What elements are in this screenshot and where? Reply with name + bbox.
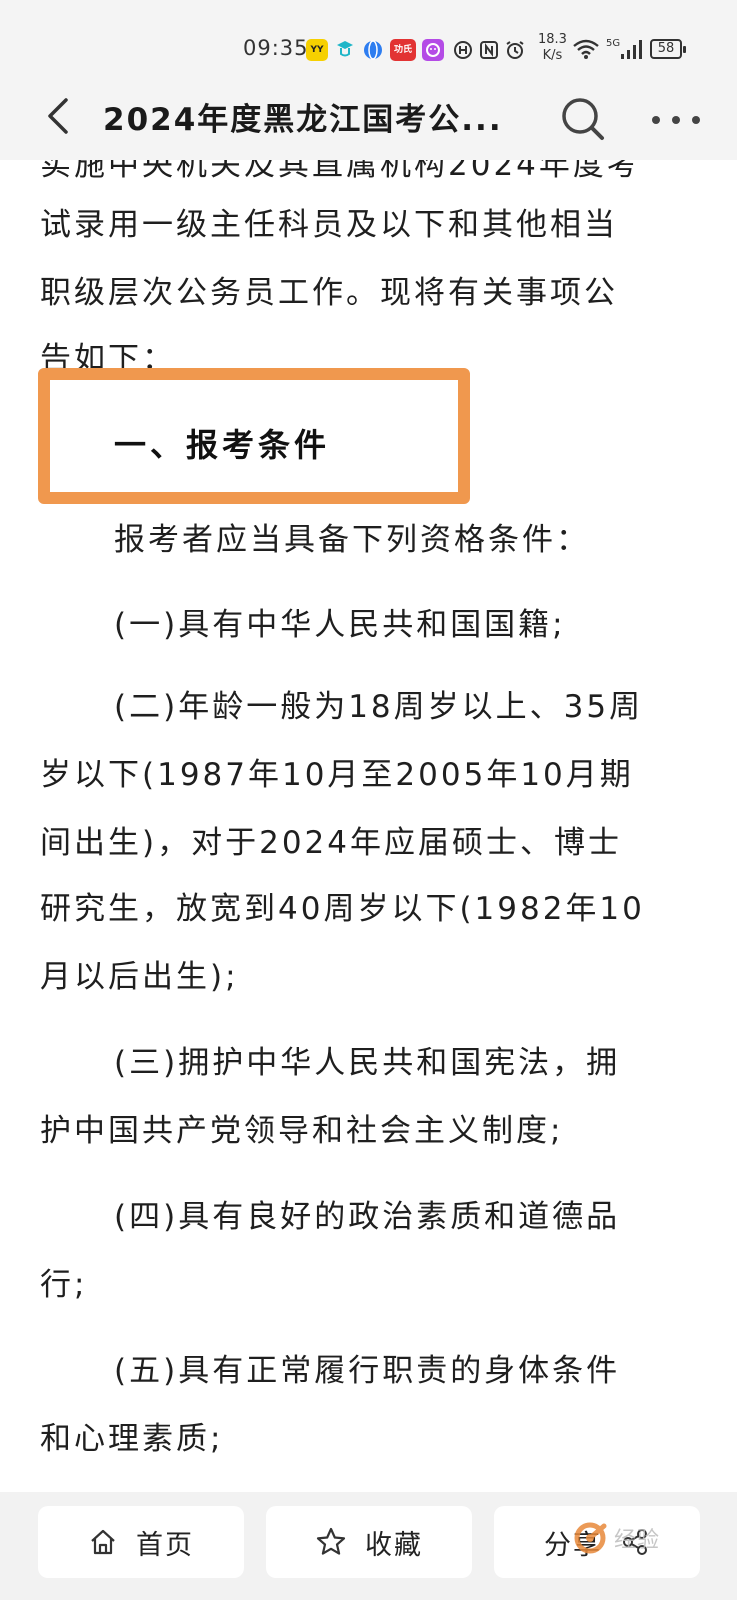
favorite-button[interactable]: 收藏 xyxy=(266,1506,472,1578)
star-icon xyxy=(316,1527,346,1555)
intro-line-3: 职级层次公务员工作。现将有关事项公 xyxy=(40,275,618,311)
condition-4-line-1: (四)具有良好的政治素质和道德品 xyxy=(114,1199,621,1235)
condition-2-line-2: 岁以下(1987年10月至2005年10月期 xyxy=(40,757,634,793)
condition-1-line-1: (一)具有中华人民共和国国籍; xyxy=(114,607,566,643)
home-icon xyxy=(91,1529,115,1555)
condition-3-line-1: (三)拥护中华人民共和国宪法，拥 xyxy=(114,1045,621,1081)
condition-3-line-2: 护中国共产党领导和社会主义制度; xyxy=(40,1113,564,1149)
condition-2-line-4: 研究生，放宽到40周岁以下(1982年10 xyxy=(40,891,645,927)
title-bar: 2024年度黑龙江国考公... xyxy=(0,80,737,160)
page-title: 2024年度黑龙江国考公... xyxy=(103,102,503,138)
condition-2-line-5: 月以后出生); xyxy=(40,959,239,995)
search-icon xyxy=(562,98,604,140)
baidu-jingyan-logo-icon xyxy=(574,1522,607,1554)
more-button[interactable] xyxy=(646,100,706,140)
highlight-box xyxy=(38,368,470,504)
condition-2-line-1: (二)年龄一般为18周岁以上、35周 xyxy=(114,689,644,725)
watermark: 经验 xyxy=(568,1510,718,1566)
back-button[interactable] xyxy=(40,88,80,144)
back-arrow-icon xyxy=(48,98,68,134)
watermark-text: 经验 xyxy=(614,1528,661,1553)
favorite-label: 收藏 xyxy=(365,1529,423,1561)
more-icon xyxy=(652,116,700,124)
lead-paragraph: 报考者应当具备下列资格条件： xyxy=(114,522,590,558)
condition-5-line-2: 和心理素质; xyxy=(40,1421,224,1457)
article-content: 实施中央机关及其直属机构2024年度考 试录用一级主任科员及以下和其他相当 职级… xyxy=(0,0,737,1490)
condition-2-line-3: 间出生)，对于2024年应届硕士、博士 xyxy=(40,825,622,861)
search-button[interactable] xyxy=(558,94,608,144)
condition-5-line-1: (五)具有正常履行职责的身体条件 xyxy=(114,1353,621,1389)
intro-line-2: 试录用一级主任科员及以下和其他相当 xyxy=(40,207,618,243)
condition-4-line-2: 行; xyxy=(40,1267,88,1303)
home-label: 首页 xyxy=(136,1529,194,1561)
home-button[interactable]: 首页 xyxy=(38,1506,244,1578)
